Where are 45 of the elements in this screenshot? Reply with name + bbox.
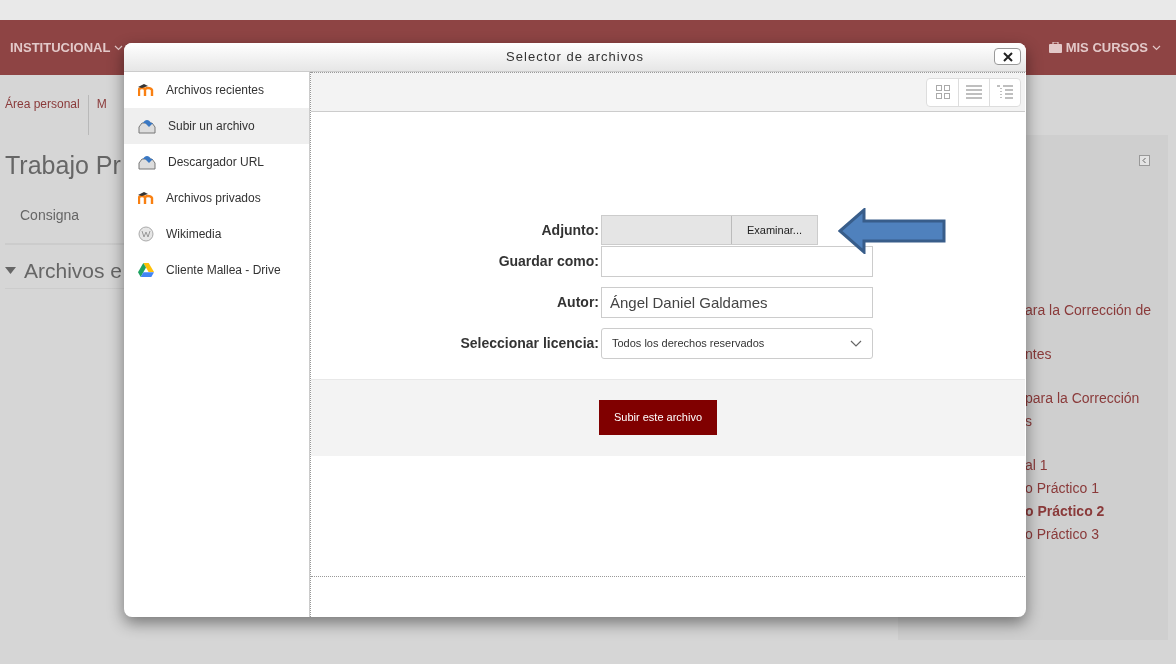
chevron-down-icon xyxy=(1152,44,1161,51)
repository-item[interactable]: Archivos recientes xyxy=(124,72,309,108)
file-input-field[interactable]: Examinar... xyxy=(601,215,818,245)
nav-link[interactable]: para la Corrección xyxy=(1025,387,1168,410)
text-input-field[interactable] xyxy=(601,246,873,277)
repository-item[interactable]: Subir un archivo xyxy=(124,108,309,144)
hat-m-logo-icon xyxy=(138,192,154,204)
nav-link[interactable]: ara la Corrección de xyxy=(1025,299,1168,322)
collapse-block-icon[interactable] xyxy=(1139,155,1150,166)
tray-arrow-icon xyxy=(138,118,156,134)
nav-menu-link[interactable]: MIS CURSOS xyxy=(1048,37,1161,58)
nav-link[interactable]: o Práctico 3 xyxy=(1025,523,1168,546)
nav-link[interactable]: ntes xyxy=(1025,343,1168,366)
tab-label[interactable]: Consigna xyxy=(20,207,80,223)
breadcrumb-link[interactable]: Área personal xyxy=(5,95,80,135)
page-title: Trabajo Pr xyxy=(5,151,121,179)
upload-file-button[interactable]: Subir este archivo xyxy=(599,400,717,435)
field-label: Autor: xyxy=(556,293,600,312)
current-link[interactable]: o Práctico 2 xyxy=(1025,500,1168,523)
repository-item[interactable]: Wikimedia xyxy=(124,216,309,252)
breadcrumb-link[interactable]: M xyxy=(87,95,107,135)
field-label: Seleccionar licencia: xyxy=(459,334,600,353)
license-select[interactable]: Todos los derechos reservados xyxy=(601,328,873,359)
chevron-down-icon xyxy=(114,44,124,51)
nav-menu-link[interactable]: INSTITUCIONAL xyxy=(10,37,124,58)
text-input-field[interactable]: Ángel Daniel Galdames xyxy=(601,287,873,318)
expand-toggle-icon[interactable] xyxy=(5,266,16,275)
nav-link[interactable]: s xyxy=(1025,410,1168,433)
field-label: Adjunto: xyxy=(540,220,600,240)
triangle-logo-icon xyxy=(138,263,154,277)
section-title: Archivos e xyxy=(24,257,123,284)
briefcase-icon xyxy=(1048,42,1062,53)
close-button[interactable] xyxy=(994,48,1021,65)
chevron-down-icon xyxy=(850,340,862,347)
globe-icon xyxy=(138,226,154,242)
field-label: Guardar como: xyxy=(497,252,600,271)
nav-link[interactable]: o Práctico 1 xyxy=(1025,477,1168,500)
nav-link[interactable]: al 1 xyxy=(1025,454,1168,477)
hat-m-logo-icon xyxy=(138,84,154,96)
dialog-title: Selector de archivos xyxy=(506,48,644,67)
repository-item[interactable]: Archivos privados xyxy=(124,180,309,216)
close-icon xyxy=(1002,51,1013,62)
repository-item[interactable]: Descargador URL xyxy=(124,144,309,180)
tray-arrow-icon xyxy=(138,154,156,170)
repository-item[interactable]: Cliente Mallea - Drive xyxy=(124,252,309,288)
